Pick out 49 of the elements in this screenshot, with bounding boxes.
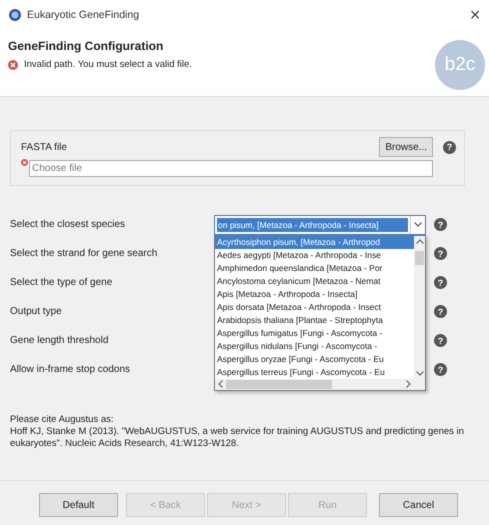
browse-button[interactable]: Browse... xyxy=(379,137,433,157)
dialog-button[interactable]: Default xyxy=(39,493,118,517)
help-icon[interactable]: ? xyxy=(443,140,456,154)
citation-text: Hoff KJ, Stanke M (2013). "WebAUGUSTUS, a web service for training AUGUSTUS and predicting genes in eukaryotes". Nucleic Acids Research, 41:W123-W128. xyxy=(10,426,465,450)
help-icon[interactable]: ? xyxy=(434,247,447,260)
dropdown-item[interactable]: Aedes aegypti [Metazoa - Arthropoda - Inse xyxy=(215,248,414,262)
help-icon[interactable]: ? xyxy=(434,334,447,347)
dropdown-item[interactable]: Ancylostoma ceylanicum [Metazoa - Nemat xyxy=(215,274,414,288)
scroll-thumb[interactable] xyxy=(226,380,332,388)
option-label: Select the strand for gene search xyxy=(10,248,158,259)
help-icon[interactable]: ? xyxy=(434,218,447,231)
page-title: GeneFinding Configuration xyxy=(8,39,164,53)
help-icon[interactable]: ? xyxy=(434,276,447,289)
error-icon xyxy=(8,60,18,70)
horizontal-scrollbar[interactable] xyxy=(215,378,425,390)
help-icon[interactable]: ? xyxy=(434,363,447,376)
dropdown-item[interactable]: Acyrthosiphon pisum, [Metazoa - Arthropod xyxy=(215,236,414,248)
file-input-field[interactable]: Choose file xyxy=(29,160,433,177)
dropdown-item[interactable]: Apis dorsata [Metazoa - Arthropoda - Insect xyxy=(215,300,414,314)
app-icon xyxy=(9,9,21,21)
dropdown-item[interactable]: Aspergillus nidulans [Fungi - Ascomycota - xyxy=(215,340,414,352)
dropdown-value: on pisum, [Metazoa - Arthropoda - Insecta] xyxy=(217,218,408,232)
option-label: Select the type of gene xyxy=(10,277,114,288)
dropdown-item[interactable]: Amphimedon queenslandica [Metazoa - Por xyxy=(215,262,414,274)
chevron-up-icon xyxy=(416,238,424,244)
error-message: Invalid path. You must select a valid file. xyxy=(24,59,192,70)
chevron-left-icon xyxy=(218,380,223,388)
dropdown-item[interactable]: Apis [Metazoa - Arthropoda - Insecta] xyxy=(215,288,414,300)
scroll-thumb[interactable] xyxy=(415,250,424,264)
logo: b2c xyxy=(435,40,485,90)
field-label: FASTA file xyxy=(21,142,68,152)
close-button[interactable]: × xyxy=(467,7,483,23)
dropdown-item[interactable]: Aspergillus fumigatus [Fungi - Ascomycota - xyxy=(215,326,414,340)
dropdown-item[interactable]: Aspergillus terreus [Fungi - Ascomycota - Eu xyxy=(215,366,414,378)
window-title: Eukaryotic GeneFinding xyxy=(27,9,140,21)
chevron-right-icon xyxy=(406,380,411,388)
citation-heading: Please cite Augustus as: xyxy=(10,414,115,426)
dropdown-item[interactable]: Arabidopsis thaliana [Plantae - Streptophyta xyxy=(215,314,414,326)
option-label: Allow in-frame stop codons xyxy=(10,364,132,375)
option-label: Output type xyxy=(10,306,63,317)
species-dropdown[interactable]: on pisum, [Metazoa - Arthropoda - Insecta] xyxy=(214,214,426,234)
vertical-scrollbar[interactable] xyxy=(414,236,425,378)
chevron-down-icon xyxy=(414,222,422,227)
option-label: Select the closest species xyxy=(10,219,126,230)
dropdown-item[interactable]: Aspergillus oryzae [Fungi - Ascomycota - Eu xyxy=(215,352,414,366)
option-label: Gene length threshold xyxy=(10,335,110,346)
dialog-button[interactable]: Cancel xyxy=(379,493,458,517)
chevron-down-icon xyxy=(416,370,424,376)
help-icon[interactable]: ? xyxy=(434,305,447,318)
